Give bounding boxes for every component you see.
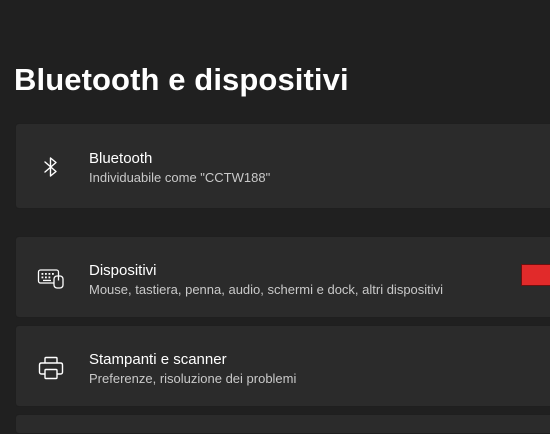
- next-card-partial[interactable]: [15, 414, 550, 434]
- printers-text: Stampanti e scanner Preferenze, risoluzi…: [89, 350, 296, 388]
- devices-card[interactable]: Dispositivi Mouse, tastiera, penna, audi…: [15, 236, 550, 318]
- devices-title: Dispositivi: [89, 262, 157, 279]
- keyboard-devices-icon: [37, 264, 65, 292]
- bluetooth-text: Bluetooth Individuabile come "CCTW188": [89, 149, 270, 187]
- printers-title: Stampanti e scanner: [89, 351, 227, 368]
- devices-text: Dispositivi Mouse, tastiera, penna, audi…: [89, 261, 443, 299]
- page-title: Bluetooth e dispositivi: [14, 62, 349, 97]
- bluetooth-title: Bluetooth: [89, 150, 153, 167]
- red-highlight-marker: [521, 264, 550, 286]
- printer-icon: [37, 354, 65, 382]
- devices-subtitle: Mouse, tastiera, penna, audio, schermi e…: [89, 282, 444, 297]
- bluetooth-card[interactable]: Bluetooth Individuabile come "CCTW188": [15, 123, 550, 209]
- printers-card[interactable]: Stampanti e scanner Preferenze, risoluzi…: [15, 325, 550, 407]
- bluetooth-subtitle: Individuabile come "CCTW188": [89, 170, 271, 185]
- printers-subtitle: Preferenze, risoluzione dei problemi: [89, 371, 297, 386]
- bluetooth-icon: [37, 153, 65, 181]
